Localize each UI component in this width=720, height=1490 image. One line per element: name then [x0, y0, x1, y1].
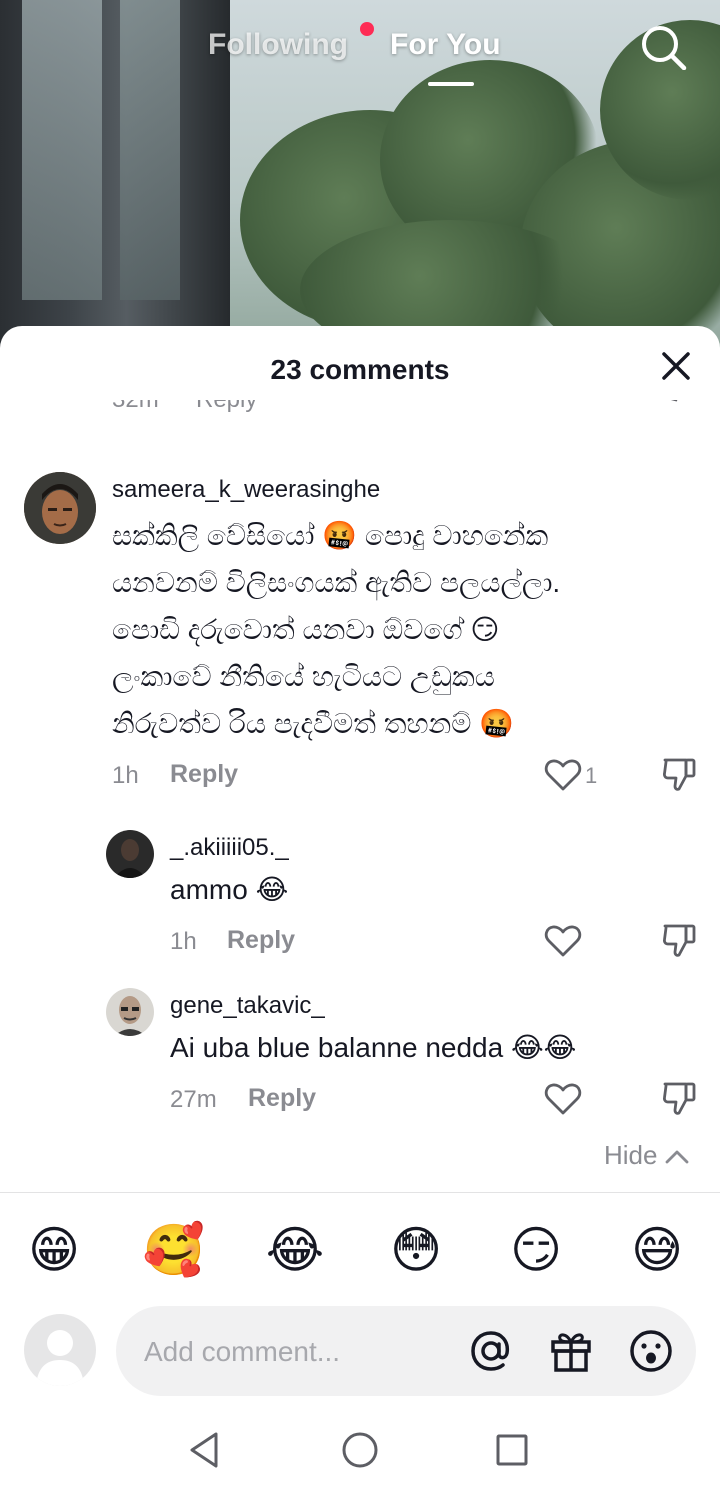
my-avatar[interactable] — [24, 1314, 96, 1386]
search-icon — [642, 26, 687, 71]
gift-icon[interactable] — [548, 1328, 594, 1374]
comment-text-line: නිරුවත්ව රිය පැදවීමත් තහනම් 🤬 — [112, 708, 515, 739]
close-comments-button[interactable] — [656, 346, 696, 386]
dislike-icon[interactable] — [662, 1080, 696, 1116]
comment-username[interactable]: _.akiiiii05._ — [170, 834, 289, 862]
top-feed-tabs: Following For You — [0, 22, 720, 92]
comment-username[interactable]: sameera_k_weerasinghe — [112, 476, 380, 504]
comment-text-line: සක්කිලි වේසියෝ 🤬 පොදු වාහනේක — [112, 520, 549, 551]
tab-following[interactable]: Following — [208, 28, 348, 62]
avatar[interactable] — [24, 472, 96, 544]
comment-text: Ai uba blue balanne nedda 😂😂 — [170, 1032, 577, 1063]
close-icon — [662, 352, 690, 380]
reply-comment-item: _.akiiiii05._ ammo 😂 1h Reply — [0, 828, 720, 968]
emoji-flushed-button[interactable]: 😳 — [384, 1220, 448, 1280]
heart-icon[interactable] — [544, 924, 582, 958]
emoji-grin-button[interactable]: 😁 — [22, 1220, 86, 1280]
reply-button[interactable]: Reply — [196, 400, 257, 414]
emoji-smirk-button[interactable]: 😏 — [504, 1220, 568, 1280]
reply-comment-item: gene_takavic_ Ai uba blue balanne nedda … — [0, 986, 720, 1126]
heart-icon[interactable] — [544, 1082, 582, 1116]
comment-time: 27m — [170, 1086, 217, 1113]
previous-comment-meta-cutoff: 32m Reply — [0, 400, 720, 422]
divider — [0, 1192, 720, 1193]
dislike-icon[interactable] — [662, 400, 692, 420]
comments-sheet: 23 comments 32m Reply sameera — [0, 326, 720, 1490]
comment-time: 1h — [112, 762, 139, 789]
heart-icon[interactable] — [548, 400, 576, 414]
emoji-quick-bar: 😁 🥰 😂 😳 😏 😅 — [0, 1216, 720, 1286]
default-user-icon — [36, 1330, 84, 1386]
tab-for-you[interactable]: For You — [390, 28, 501, 62]
avatar[interactable] — [106, 988, 154, 1036]
reply-button[interactable]: Reply — [248, 1084, 316, 1113]
dislike-icon[interactable] — [662, 922, 696, 958]
chevron-up-icon — [666, 1150, 689, 1163]
reply-button[interactable]: Reply — [227, 926, 295, 955]
comment-text: සක්කිලි වේසියෝ 🤬 පොදු වාහනේක යනවනම් විලි… — [112, 512, 692, 747]
comment-text-line: ලංකාවේ නීතියේ හැටියට උඩුකය — [112, 661, 495, 692]
emoji-sweat-smile-button[interactable]: 😅 — [625, 1220, 689, 1280]
emoji-tears-of-joy-button[interactable]: 😂 — [263, 1220, 327, 1280]
add-comment-input[interactable] — [144, 1332, 444, 1372]
following-notification-dot — [360, 22, 374, 36]
reply-button[interactable]: Reply — [170, 760, 238, 789]
emoji-smiling-hearts-button[interactable]: 🥰 — [142, 1220, 206, 1280]
avatar[interactable] — [106, 830, 154, 878]
comment-username[interactable]: gene_takavic_ — [170, 992, 325, 1020]
recents-icon[interactable] — [492, 1430, 532, 1470]
active-tab-indicator — [428, 82, 474, 86]
hide-replies-label: Hide — [604, 1140, 658, 1170]
heart-icon[interactable] — [544, 758, 582, 792]
comment-input-row — [0, 1304, 720, 1400]
like-count: 1 — [585, 763, 598, 788]
comment-text: ammo 😂 — [170, 874, 289, 905]
home-icon[interactable] — [340, 1430, 380, 1470]
comment-input-pill — [116, 1306, 696, 1396]
dislike-icon[interactable] — [662, 756, 696, 792]
comments-count-title: 23 comments — [270, 354, 450, 385]
at-icon[interactable] — [468, 1328, 514, 1374]
comment-time: 1h — [170, 928, 197, 955]
comment-item: sameera_k_weerasinghe සක්කිලි වේසියෝ 🤬 ප… — [0, 472, 720, 802]
comment-text-line: පොඩි දරුවොත් යනවා ඕවගේ 😏 — [112, 614, 500, 645]
comment-text-line: යනවනම් විලිසංගයක් ඇතිව පලයල්ලා. — [112, 567, 561, 598]
back-icon[interactable] — [186, 1430, 226, 1470]
emoji-icon[interactable] — [628, 1328, 674, 1374]
hide-replies-button[interactable]: Hide — [604, 1140, 689, 1171]
system-navigation-bar — [0, 1416, 720, 1490]
comment-time: 32m — [112, 400, 159, 414]
search-button[interactable] — [636, 22, 692, 71]
